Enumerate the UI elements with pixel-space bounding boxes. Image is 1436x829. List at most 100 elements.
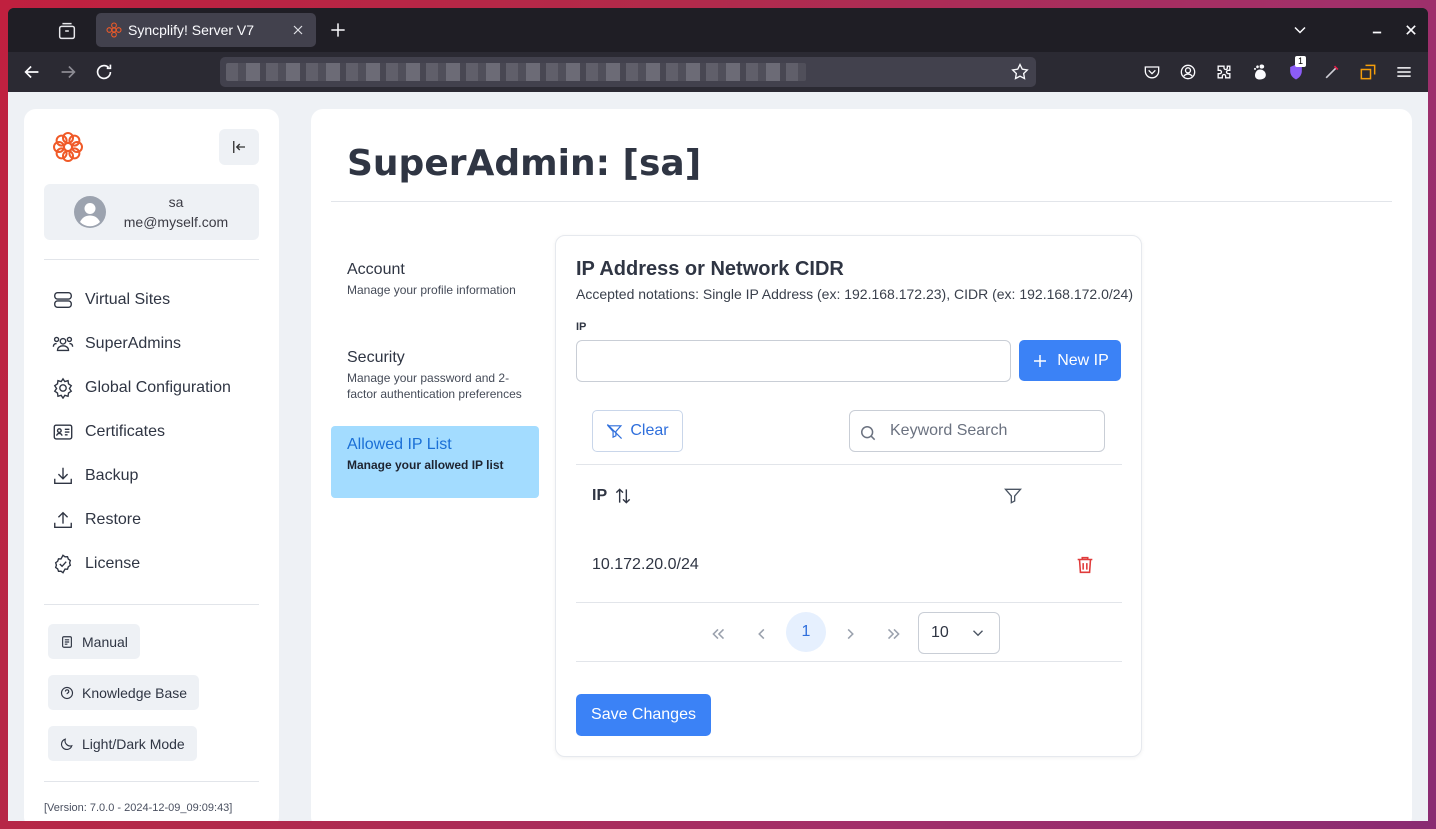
shield-extension-icon[interactable]: 1 <box>1286 56 1307 82</box>
sidebar-item-superadmins[interactable]: SuperAdmins <box>52 329 181 359</box>
user-name: sa <box>168 194 184 210</box>
current-page-button[interactable]: 1 <box>786 612 826 652</box>
ip-column-header[interactable]: IP <box>592 486 633 506</box>
sidebar-item-label: Global Configuration <box>85 379 231 396</box>
gnome-extension-icon[interactable] <box>1250 62 1270 82</box>
menu-item-title: Allowed IP List <box>347 436 452 453</box>
bookmark-star-icon[interactable] <box>1010 62 1030 82</box>
menu-item-subtitle: Manage your profile information <box>347 283 516 297</box>
forward-icon[interactable] <box>57 61 79 83</box>
page-content: sa me@myself.com Virtual Sites SuperAdmi… <box>8 92 1428 821</box>
new-tab-icon[interactable] <box>328 20 348 40</box>
previous-page-icon[interactable] <box>751 623 773 645</box>
sidebar-item-backup[interactable]: Backup <box>52 461 138 491</box>
table-row-ip: 10.172.20.0/24 <box>592 556 699 573</box>
manual-button[interactable]: Manual <box>48 624 140 659</box>
page-size-select[interactable]: 10 <box>918 612 1000 654</box>
sidebar-item-label: Backup <box>85 467 139 484</box>
table-divider <box>576 602 1122 603</box>
list-all-tabs-icon[interactable] <box>1290 20 1310 40</box>
server-icon <box>52 289 74 311</box>
address-bar[interactable] <box>220 57 1036 87</box>
browser-tab[interactable]: Syncplify! Server V7 <box>96 13 316 47</box>
collapse-sidebar-button[interactable] <box>219 129 259 165</box>
sidebar-item-label: SuperAdmins <box>85 335 182 352</box>
delete-trash-icon[interactable] <box>1074 554 1096 576</box>
collapse-sidebar-icon <box>230 138 248 156</box>
save-changes-button[interactable]: Save Changes <box>576 694 711 736</box>
keyword-search-input[interactable] <box>890 422 1090 440</box>
first-page-icon[interactable] <box>707 623 729 645</box>
menu-item-account[interactable]: Account Manage your profile information <box>331 251 539 308</box>
theme-toggle-button[interactable]: Light/Dark Mode <box>48 726 197 761</box>
hamburger-menu-icon[interactable] <box>1394 62 1414 82</box>
chevron-down-icon <box>969 624 987 642</box>
main-panel: SuperAdmin: [sa] Account Manage your pro… <box>311 109 1412 821</box>
user-card: sa me@myself.com <box>44 184 259 240</box>
sidebar-item-global-configuration[interactable]: Global Configuration <box>52 373 231 403</box>
id-card-icon <box>52 421 74 443</box>
menu-item-title: Account <box>347 261 405 278</box>
sidebar-item-label: Virtual Sites <box>85 291 171 308</box>
menu-item-allowed-ip-list[interactable]: Allowed IP List Manage your allowed IP l… <box>331 426 539 498</box>
ip-column-label: IP <box>592 487 608 504</box>
page-title: SuperAdmin: [sa] <box>347 143 702 184</box>
notification-badge: 1 <box>1295 56 1307 67</box>
pocket-icon[interactable] <box>1142 62 1162 82</box>
version-text: [Version: 7.0.0 - 2024-12-09_09:09:43] <box>44 802 233 814</box>
sidebar-item-restore[interactable]: Restore <box>52 505 141 535</box>
tab-title: Syncplify! Server V7 <box>128 22 255 38</box>
sidebar-divider <box>44 781 259 782</box>
menu-item-security[interactable]: Security Manage your password and 2-fact… <box>331 339 539 412</box>
theme-toggle-label: Light/Dark Mode <box>82 735 185 752</box>
ip-input[interactable] <box>576 340 1011 382</box>
table-divider <box>576 464 1122 465</box>
new-ip-button[interactable]: New IP <box>1019 340 1121 381</box>
color-picker-extension-icon[interactable] <box>1322 62 1342 82</box>
cog-icon <box>52 377 74 399</box>
close-window-icon[interactable] <box>1401 20 1421 40</box>
menu-item-title: Security <box>347 349 405 366</box>
sidebar-item-virtual-sites[interactable]: Virtual Sites <box>52 285 170 315</box>
moon-icon <box>60 737 74 751</box>
new-ip-label: New IP <box>1057 351 1109 369</box>
syncplify-logo-icon <box>52 131 84 163</box>
download-icon <box>52 465 74 487</box>
knowledge-base-label: Knowledge Base <box>82 684 188 701</box>
sidebar-item-label: Certificates <box>85 423 166 440</box>
clear-filters-button[interactable]: Clear <box>592 410 683 452</box>
column-filter-icon[interactable] <box>1003 486 1023 506</box>
reload-icon[interactable] <box>93 61 115 83</box>
plus-icon <box>1031 352 1049 370</box>
extensions-icon[interactable] <box>1214 62 1234 82</box>
keyword-search[interactable] <box>849 410 1105 452</box>
user-avatar-icon <box>74 196 106 228</box>
table-divider <box>576 661 1122 662</box>
search-icon <box>858 423 878 443</box>
users-icon <box>52 333 74 355</box>
allowed-ip-card: IP Address or Network CIDR Accepted nota… <box>555 235 1142 757</box>
clear-label: Clear <box>630 422 669 439</box>
multi-window-extension-icon[interactable] <box>1358 62 1378 82</box>
account-icon[interactable] <box>1178 62 1198 82</box>
navigation-bar: 1 <box>8 52 1428 92</box>
sidebar-item-certificates[interactable]: Certificates <box>52 417 165 447</box>
tab-list-icon[interactable] <box>56 20 78 42</box>
browser-window: Syncplify! Server V7 1 sa me@myself.com … <box>8 8 1428 821</box>
close-tab-icon[interactable] <box>290 22 306 38</box>
last-page-icon[interactable] <box>883 623 905 645</box>
sidebar-divider <box>44 604 259 605</box>
sidebar-item-license[interactable]: License <box>52 549 140 579</box>
next-page-icon[interactable] <box>839 623 861 645</box>
document-icon <box>60 635 74 649</box>
tab-bar: Syncplify! Server V7 <box>8 8 1428 52</box>
back-icon[interactable] <box>21 61 43 83</box>
blurred-url <box>226 63 806 81</box>
check-circle-icon <box>52 553 74 575</box>
menu-item-subtitle: Manage your password and 2-factor authen… <box>347 371 522 401</box>
minimize-icon[interactable] <box>1367 20 1387 40</box>
knowledge-base-button[interactable]: Knowledge Base <box>48 675 200 710</box>
user-email: me@myself.com <box>123 214 229 230</box>
upload-icon <box>52 509 74 531</box>
question-circle-icon <box>60 686 74 700</box>
